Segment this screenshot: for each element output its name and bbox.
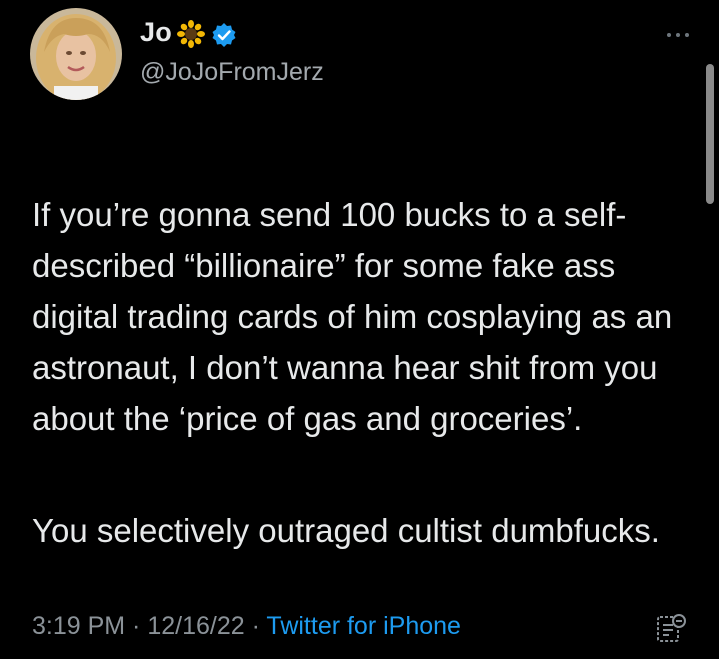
tweet-text: If you’re gonna send 100 bucks to a self… [32, 138, 692, 607]
user-name[interactable]: Jo [140, 17, 172, 48]
verified-badge-icon[interactable] [211, 22, 237, 48]
scrollbar[interactable] [706, 64, 714, 204]
avatar[interactable] [30, 8, 122, 100]
tweet: Jo @JoJoFromJerz If you’re gonna send 10… [0, 0, 719, 659]
avatar-image [30, 8, 122, 100]
tweet-paragraph: You selectively outraged cultist dumbfuc… [32, 512, 660, 549]
more-dots-icon[interactable] [665, 30, 691, 40]
sunflower-icon [177, 20, 205, 48]
meta-separator: · [244, 612, 267, 640]
tweet-paragraph: If you’re gonna send 100 bucks to a self… [32, 196, 673, 437]
user-handle[interactable]: @JoJoFromJerz [140, 58, 324, 87]
meta-separator: · [125, 612, 148, 640]
tweet-source-link[interactable]: Twitter for iPhone [266, 612, 461, 640]
tweet-metadata: 3:19 PM · 12/16/22 · Twitter for iPhone [32, 612, 461, 641]
tweet-date[interactable]: 12/16/22 [147, 612, 244, 640]
tweet-analytics-icon[interactable] [655, 612, 687, 644]
tweet-time[interactable]: 3:19 PM [32, 612, 125, 640]
